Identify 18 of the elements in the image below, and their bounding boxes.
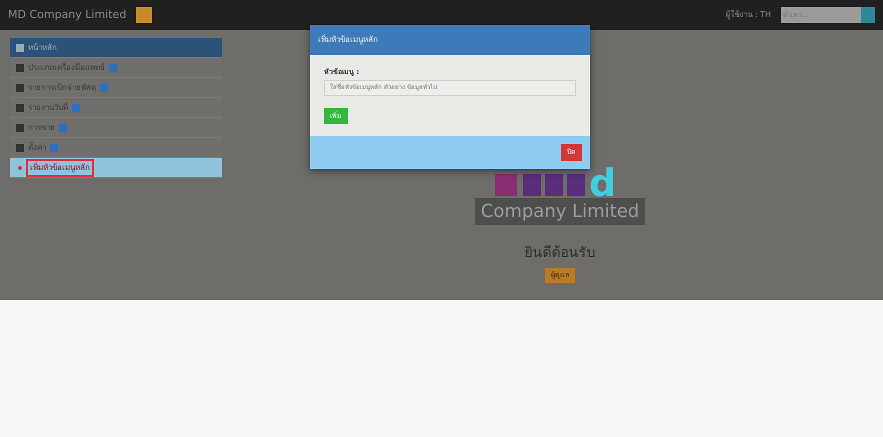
edit-icon[interactable] bbox=[109, 64, 117, 72]
edit-icon[interactable] bbox=[100, 84, 108, 92]
menu-toggle-button[interactable] bbox=[136, 7, 152, 23]
sidebar-item[interactable]: เพิ่มหัวข้อเมนูหลัก bbox=[10, 158, 222, 178]
company-name: Company Limited bbox=[474, 198, 646, 225]
brand-title[interactable]: MD Company Limited bbox=[8, 6, 126, 24]
edit-icon[interactable] bbox=[50, 144, 58, 152]
edit-icon[interactable] bbox=[72, 104, 80, 112]
bullet-icon bbox=[16, 164, 24, 172]
menu-label: เพิ่มหัวข้อเมนูหลัก bbox=[28, 160, 92, 174]
search-button[interactable] bbox=[861, 7, 875, 23]
menu-label: หน้าหลัก bbox=[28, 42, 57, 54]
sidebar-item[interactable]: หน้าหลัก bbox=[10, 38, 222, 58]
edit-icon[interactable] bbox=[59, 124, 67, 132]
modal-title: เพิ่มหัวข้อเมนูหลัก bbox=[310, 25, 590, 55]
logo-drawing: d bbox=[475, 166, 645, 198]
user-menu[interactable]: ผู้ใช้งาน : TH bbox=[725, 9, 771, 21]
welcome-text: ยินดีต้อนรับ bbox=[524, 244, 596, 263]
